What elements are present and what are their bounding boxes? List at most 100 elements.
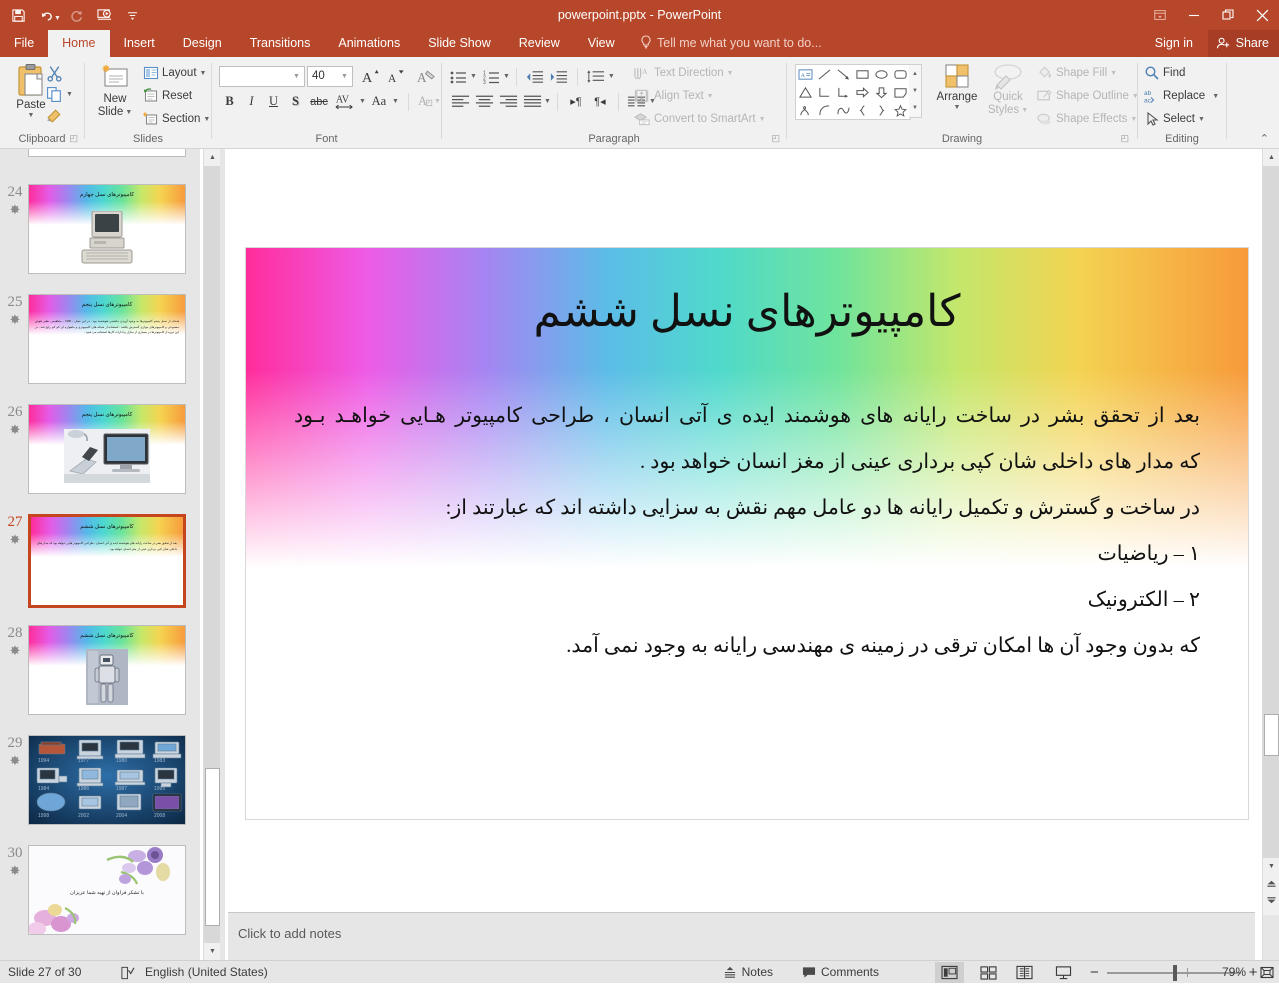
italic-button[interactable]: I bbox=[241, 91, 262, 112]
select-caret[interactable]: ▼ bbox=[1198, 116, 1205, 123]
notes-placeholder[interactable]: Click to add notes bbox=[238, 926, 341, 941]
zoom-thumb[interactable] bbox=[1172, 964, 1177, 981]
shape-left-brace[interactable] bbox=[853, 101, 872, 119]
shape-triangle[interactable] bbox=[796, 83, 815, 101]
character-spacing-button[interactable]: AV bbox=[332, 91, 358, 112]
font-name-dropdown-caret[interactable]: ▼ bbox=[289, 67, 304, 86]
decrease-indent-button[interactable] bbox=[523, 66, 547, 87]
shapes-scroll-up-icon[interactable]: ▲ bbox=[909, 65, 921, 82]
previous-slide-button[interactable] bbox=[1263, 875, 1279, 892]
thumbnail-frame-25[interactable]: کامپیوترهای نسل پنجم هـدف از نسل پنجم كا… bbox=[28, 294, 186, 384]
paragraph-dialog-launcher[interactable]: ◰ bbox=[771, 133, 780, 144]
arrange-button[interactable]: Arrange ▼ bbox=[932, 63, 982, 111]
clipboard-dialog-launcher[interactable]: ◰ bbox=[69, 133, 78, 144]
line-spacing-caret[interactable]: ▼ bbox=[608, 73, 615, 80]
slide-editor-area[interactable]: کامپیوترهای نسل ششم بعد از تحقق بشر در س… bbox=[228, 149, 1255, 912]
editor-scroll-up-arrow[interactable]: ▲ bbox=[1263, 149, 1279, 166]
text-direction-button[interactable]: A Text Direction ▼ bbox=[634, 65, 734, 81]
pane-splitter[interactable] bbox=[220, 149, 225, 960]
change-case-caret[interactable]: ▼ bbox=[392, 98, 399, 105]
section-dropdown-caret[interactable]: ▼ bbox=[203, 116, 210, 123]
thumbnail-frame-28[interactable]: کامپیوترهای نسل ششم bbox=[28, 625, 186, 715]
share-button[interactable]: Share bbox=[1207, 30, 1279, 57]
strikethrough-button[interactable]: abc bbox=[307, 91, 331, 112]
language-indicator[interactable]: English (United States) bbox=[125, 961, 268, 984]
align-text-caret[interactable]: ▼ bbox=[707, 93, 714, 100]
thumbnail-frame-23[interactable] bbox=[28, 149, 186, 157]
rtl-direction-button[interactable]: ¶◂ bbox=[588, 91, 612, 112]
shape-effects-button[interactable]: Shape Effects ▼ bbox=[1036, 111, 1137, 127]
justify-caret[interactable]: ▼ bbox=[544, 98, 551, 105]
bullets-button[interactable] bbox=[448, 66, 470, 87]
cut-button[interactable] bbox=[46, 65, 63, 82]
normal-view-button[interactable] bbox=[935, 962, 964, 983]
slide-counter[interactable]: Slide 27 of 30 bbox=[8, 961, 81, 984]
shape-star[interactable] bbox=[891, 101, 910, 119]
font-size-dropdown-caret[interactable]: ▼ bbox=[337, 67, 352, 86]
clear-formatting-button[interactable]: A bbox=[414, 66, 438, 87]
shape-folded-corner[interactable] bbox=[891, 83, 910, 101]
copy-button[interactable]: ▼ bbox=[46, 86, 73, 103]
decrease-font-size-button[interactable]: A bbox=[384, 66, 408, 87]
shape-elbow-connector[interactable] bbox=[815, 83, 834, 101]
tab-review[interactable]: Review bbox=[505, 30, 574, 57]
editor-scrollbar[interactable]: ▲ ▼ bbox=[1262, 149, 1279, 960]
slide-sorter-button[interactable] bbox=[974, 962, 1003, 983]
layout-dropdown-caret[interactable]: ▼ bbox=[200, 70, 207, 77]
text-shadow-button[interactable]: S bbox=[285, 91, 306, 112]
new-slide-button[interactable]: New Slide ▼ bbox=[91, 63, 139, 119]
replace-caret[interactable]: ▼ bbox=[1212, 93, 1219, 100]
align-text-button[interactable]: Align Text ▼ bbox=[634, 88, 714, 104]
tab-home[interactable]: Home bbox=[48, 30, 110, 57]
drawing-dialog-launcher[interactable]: ◰ bbox=[1120, 133, 1129, 144]
shape-rectangle[interactable] bbox=[853, 65, 872, 83]
shape-line[interactable] bbox=[815, 65, 834, 83]
collapse-ribbon-icon[interactable]: ⌃ bbox=[1260, 132, 1269, 145]
tab-file[interactable]: File bbox=[0, 30, 49, 57]
tab-transitions[interactable]: Transitions bbox=[236, 30, 325, 57]
zoom-out-button[interactable]: − bbox=[1082, 964, 1107, 981]
shape-right-arrow[interactable] bbox=[853, 83, 872, 101]
reading-view-button[interactable] bbox=[1010, 962, 1039, 983]
shape-rounded-rectangle[interactable] bbox=[891, 65, 910, 83]
editor-scroll-thumb[interactable] bbox=[1264, 714, 1279, 756]
shape-outline-button[interactable]: Shape Outline ▼ bbox=[1036, 88, 1139, 104]
shapes-gallery[interactable]: A bbox=[795, 64, 911, 120]
tab-view[interactable]: View bbox=[574, 30, 629, 57]
next-slide-button[interactable] bbox=[1263, 892, 1279, 909]
ltr-direction-button[interactable]: ▸¶ bbox=[564, 91, 588, 112]
numbering-button[interactable]: 123 bbox=[481, 66, 503, 87]
paste-dropdown-caret[interactable]: ▼ bbox=[28, 112, 35, 119]
thumbnail-frame-30[interactable]: با تشکر فراوان از تهیه شما عزیزان bbox=[28, 845, 186, 935]
align-left-button[interactable] bbox=[448, 91, 472, 112]
line-spacing-button[interactable] bbox=[584, 66, 608, 87]
quick-styles-button[interactable]: Quick Styles ▼ bbox=[983, 63, 1033, 117]
tab-animations[interactable]: Animations bbox=[324, 30, 414, 57]
thumb-scroll-down-arrow[interactable]: ▼ bbox=[204, 943, 221, 960]
tab-design[interactable]: Design bbox=[169, 30, 236, 57]
shape-fill-caret[interactable]: ▼ bbox=[1110, 70, 1117, 77]
thumbnail-frame-24[interactable]: کامپیوترهای نسل چهارم bbox=[28, 184, 186, 274]
justify-button[interactable] bbox=[520, 91, 544, 112]
minimize-icon[interactable] bbox=[1177, 0, 1211, 30]
thumb-scroll-up-arrow[interactable]: ▲ bbox=[204, 149, 221, 166]
quick-styles-caret[interactable]: ▼ bbox=[1021, 104, 1028, 117]
replace-button[interactable]: ab ac Replace ▼ bbox=[1144, 88, 1219, 104]
thumb-scroll-thumb[interactable] bbox=[205, 768, 220, 926]
font-name-combobox[interactable]: ▼ bbox=[219, 66, 305, 87]
ribbon-display-options-icon[interactable] bbox=[1143, 0, 1177, 30]
shape-right-brace[interactable] bbox=[872, 101, 891, 119]
shape-elbow-arrow-connector[interactable] bbox=[834, 83, 853, 101]
current-slide[interactable]: کامپیوترهای نسل ششم بعد از تحقق بشر در س… bbox=[246, 248, 1248, 819]
font-size-combobox[interactable]: 40 ▼ bbox=[307, 66, 353, 87]
layout-button[interactable]: Layout ▼ bbox=[143, 65, 206, 81]
shape-arrow[interactable] bbox=[834, 65, 853, 83]
notes-pane[interactable]: Click to add notes bbox=[228, 912, 1255, 960]
change-case-button[interactable]: Aa bbox=[367, 91, 391, 112]
shapes-gallery-nav[interactable]: ▲ ▼ ▼ bbox=[909, 64, 922, 118]
convert-to-smartart-button[interactable]: Convert to SmartArt ▼ bbox=[634, 111, 766, 127]
comments-toggle-button[interactable]: Comments bbox=[802, 961, 879, 984]
shapes-more-icon[interactable]: ▼ bbox=[909, 100, 921, 117]
find-button[interactable]: Find bbox=[1144, 65, 1185, 81]
align-center-button[interactable] bbox=[472, 91, 496, 112]
